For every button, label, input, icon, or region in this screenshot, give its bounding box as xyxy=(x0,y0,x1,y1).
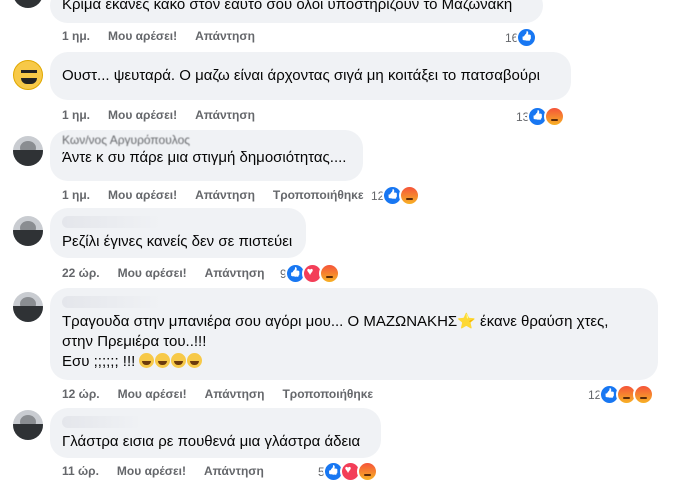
comment-actions: 1 ημ. Μου αρέσει! Απάντηση xyxy=(62,108,255,122)
angry-reaction-icon xyxy=(356,461,378,482)
laughing-emoji-icon xyxy=(139,353,155,368)
comment-text: Ουστ... ψευταρά. Ο μαζω είναι άρχοντας σ… xyxy=(62,67,540,84)
angry-reaction-icon xyxy=(318,263,340,284)
star-emoji-icon: ⭐ xyxy=(457,313,476,330)
angry-reaction-icon xyxy=(633,384,655,405)
reply-button[interactable]: Απάντηση xyxy=(195,29,255,43)
comment-actions: 1 ημ. Μου αρέσει! Απάντηση xyxy=(62,29,255,43)
comment-time: 11 ώρ. xyxy=(62,464,99,478)
avatar[interactable] xyxy=(13,292,43,322)
reaction-summary[interactable]: 16 xyxy=(505,27,538,48)
like-button[interactable]: Μου αρέσει! xyxy=(118,266,187,280)
like-button[interactable]: Μου αρέσει! xyxy=(117,464,186,478)
angry-reaction-icon xyxy=(544,106,566,127)
commenter-name[interactable] xyxy=(62,416,142,428)
avatar[interactable] xyxy=(13,0,43,8)
comment-time: 1 ημ. xyxy=(62,29,91,43)
comment-actions: 1 ημ. Μου αρέσει! Απάντηση Τροποποιήθηκε xyxy=(62,188,364,202)
reply-button[interactable]: Απάντηση xyxy=(195,108,255,122)
like-button[interactable]: Μου αρέσει! xyxy=(108,188,177,202)
comment-text: Κρίμα έκανες κακό στον εαυτό σου όλοι υπ… xyxy=(62,0,513,13)
laughing-emoji-icon xyxy=(171,353,187,368)
edited-label: Τροποποιήθηκε xyxy=(272,188,364,202)
comment-text-line1a: Τραγουδα στην μπανιέρα σου αγόρι μου... … xyxy=(62,313,458,330)
reply-button[interactable]: Απάντηση xyxy=(205,387,265,401)
like-reaction-icon xyxy=(516,27,538,48)
reaction-summary[interactable]: 12 xyxy=(588,384,655,405)
comment-bubble: Τραγουδα στην μπανιέρα σου αγόρι μου... … xyxy=(50,288,658,380)
reply-button[interactable]: Απάντηση xyxy=(195,188,255,202)
avatar[interactable] xyxy=(13,136,43,166)
comment-time: 1 ημ. xyxy=(62,108,91,122)
laughing-emoji-icon xyxy=(187,353,203,368)
commenter-name[interactable] xyxy=(62,216,162,228)
avatar[interactable] xyxy=(13,410,43,440)
reaction-summary[interactable]: 13 xyxy=(516,106,566,127)
laughing-emoji-icon xyxy=(155,353,171,368)
reaction-summary[interactable]: 12 xyxy=(371,185,421,206)
edited-label: Τροποποιήθηκε xyxy=(282,387,374,401)
comment-time: 1 ημ. xyxy=(62,188,91,202)
comment-bubble: Ρεζίλι έγινες κανείς δεν σε πιστεύει xyxy=(50,208,306,258)
comment-text-line2: στην Πρεμιέρα του..!!! xyxy=(62,333,207,350)
comment-actions: 22 ώρ. Μου αρέσει! Απάντηση xyxy=(62,266,264,280)
comment-time: 12 ώρ. xyxy=(62,387,100,401)
reply-button[interactable]: Απάντηση xyxy=(205,266,265,280)
comment-text: Άντε κ συ πάρε μια στιγμή δημοσιότητας..… xyxy=(62,149,347,166)
like-button[interactable]: Μου αρέσει! xyxy=(108,108,177,122)
comment-text-line1b: έκανε θραύση χτες, xyxy=(475,313,609,330)
commenter-name[interactable]: Κων/νος Αργυρόπουλος xyxy=(62,134,351,146)
reaction-summary[interactable]: 9 xyxy=(280,263,340,284)
comment-bubble: Κρίμα έκανες κακό στον εαυτό σου όλοι υπ… xyxy=(50,0,543,23)
comment-actions: 12 ώρ. Μου αρέσει! Απάντηση Τροποποιήθηκ… xyxy=(62,387,373,401)
avatar[interactable] xyxy=(13,60,43,90)
like-button[interactable]: Μου αρέσει! xyxy=(108,29,177,43)
comment-text: Ρεζίλι έγινες κανείς δεν σε πιστεύει xyxy=(62,233,293,250)
comment-text: Γλάστρα εισια ρε πουθενά μια γλάστρα άδε… xyxy=(62,433,361,450)
commenter-name[interactable] xyxy=(62,296,162,308)
reaction-summary[interactable]: 5 xyxy=(318,461,378,482)
comment-text-line3: Εσυ ;;;;;; !!! xyxy=(62,353,140,370)
like-button[interactable]: Μου αρέσει! xyxy=(118,387,187,401)
avatar[interactable] xyxy=(13,216,43,246)
angry-reaction-icon xyxy=(399,185,421,206)
comment-bubble: Κων/νος Αργυρόπουλος Άντε κ συ πάρε μια … xyxy=(50,130,363,181)
comment-bubble: Γλάστρα εισια ρε πουθενά μια γλάστρα άδε… xyxy=(50,408,381,458)
comment-text: Τραγουδα στην μπανιέρα σου αγόρι μου... … xyxy=(62,312,646,372)
comment-time: 22 ώρ. xyxy=(62,266,100,280)
reply-button[interactable]: Απάντηση xyxy=(204,464,264,478)
comment-bubble: Ουστ... ψευταρά. Ο μαζω είναι άρχοντας σ… xyxy=(50,52,571,100)
comment-actions: 11 ώρ. Μου αρέσει! Απάντηση xyxy=(62,464,264,478)
